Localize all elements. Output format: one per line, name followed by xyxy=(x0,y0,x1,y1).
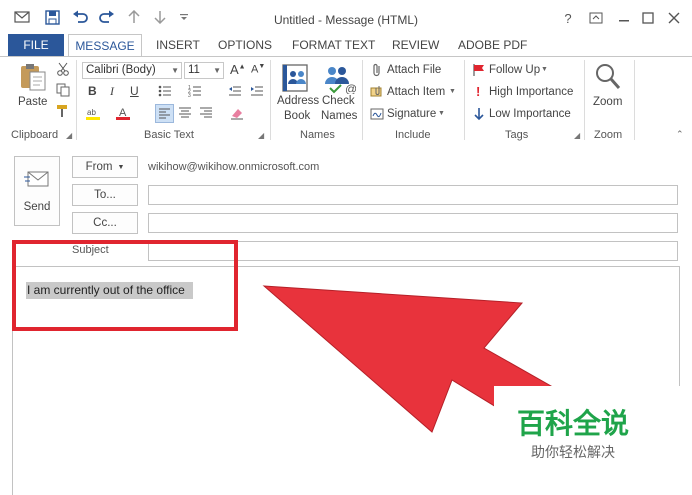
watermark-badge: 百科全说 助你轻松解决 xyxy=(494,386,692,495)
watermark-subtitle: 助你轻松解决 xyxy=(531,445,615,461)
watermark-title: 百科全说 xyxy=(516,407,629,440)
